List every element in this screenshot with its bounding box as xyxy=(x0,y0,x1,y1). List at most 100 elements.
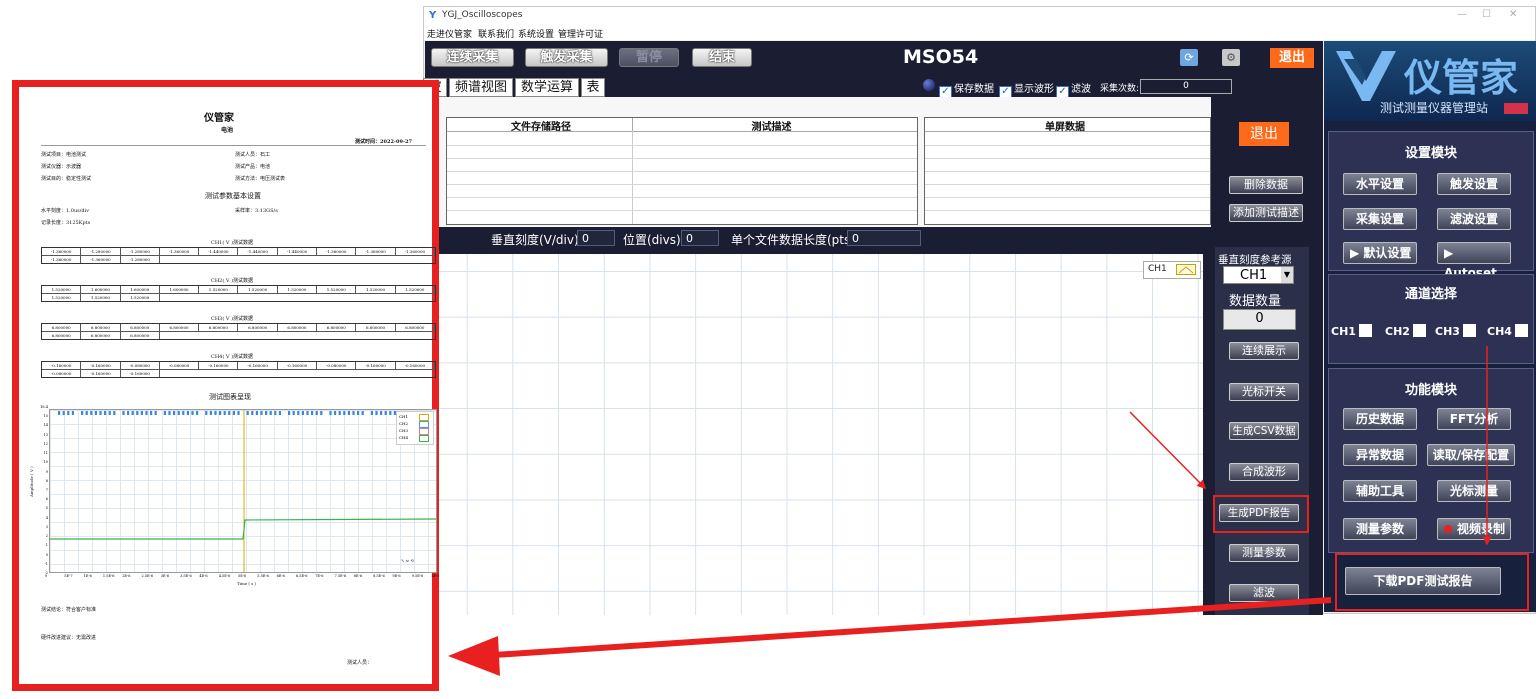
ch2-data-title: CH2( V )测试数据 xyxy=(211,278,254,284)
ch-blue-mark xyxy=(375,411,378,415)
ch-blue-mark xyxy=(145,411,148,415)
table-cell: 6.800000 xyxy=(121,332,160,339)
ch-blue-mark xyxy=(214,411,217,415)
x-tick-label: 0 xyxy=(45,574,48,578)
ch-blue-mark xyxy=(58,411,61,415)
table-cell: -0.080000 xyxy=(121,362,160,369)
ch-blue-mark xyxy=(297,411,300,415)
x-tick-label: 2E-6 xyxy=(122,574,131,578)
table-cell: 6.800000 xyxy=(317,324,357,331)
ch-blue-mark xyxy=(288,411,291,415)
table-cell: -0.080000 xyxy=(317,362,357,369)
table-row: -0.080000 -0.160000 -0.160000 xyxy=(42,369,435,377)
report-signer: 测试人员： xyxy=(347,660,373,666)
ch-blue-mark xyxy=(150,411,153,415)
table-cell: -1.360000 xyxy=(42,248,82,255)
report-chart: CH1 CH2 CH3 CH4 ⤡ ⇔ ⟲ xyxy=(49,409,437,573)
ch3-data-title: CH3( V )测试数据 xyxy=(211,316,254,322)
table-cell: 1.520000 xyxy=(396,286,435,293)
report-subtitle: 电池 xyxy=(221,127,234,134)
table-cell: -1.440000 xyxy=(199,248,239,255)
y-tick-label: 14 xyxy=(43,423,48,428)
x-tick-label: 4E-6 xyxy=(199,574,208,578)
table-cell: -1.440000 xyxy=(278,248,318,255)
ch-blue-mark xyxy=(357,411,360,415)
ch-blue-mark xyxy=(237,411,240,415)
y-tick-label: -1 xyxy=(44,561,48,566)
table-cell: -0.160000 xyxy=(199,362,239,369)
table-cell: 1.520000 xyxy=(81,294,121,301)
y-tick-label: 2 xyxy=(45,534,48,539)
ch3-data-table: 6.800000 6.800000 6.800000 6.800000 6.800000… xyxy=(41,323,436,340)
table-cell: 6.800000 xyxy=(239,324,278,331)
report-record-length: 记录长度：3125Kpts xyxy=(41,220,91,226)
ch-blue-mark xyxy=(343,411,346,415)
ch-blue-mark xyxy=(223,411,226,415)
table-cell: -1.280000 xyxy=(81,248,121,255)
ch-blue-mark xyxy=(71,411,74,415)
table-cell: -0.160000 xyxy=(121,370,160,377)
report-chart-title: 测试图表呈现 xyxy=(209,393,251,401)
ch-blue-mark xyxy=(173,411,176,415)
table-cell: 1.600000 xyxy=(160,286,200,293)
ch-blue-mark xyxy=(131,411,134,415)
table-cell: -1.360000 xyxy=(396,248,435,255)
table-cell: 6.800000 xyxy=(160,324,200,331)
x-tick-label: 1E-5 xyxy=(431,574,440,578)
table-cell: 1.600000 xyxy=(81,286,121,293)
y-tick-label: 0 xyxy=(45,552,48,557)
table-cell: 1.520000 xyxy=(356,286,396,293)
table-cell: -0.080000 xyxy=(42,370,82,377)
ch-blue-mark xyxy=(246,411,249,415)
x-tick-label: 1.5E-6 xyxy=(102,574,115,578)
legend-swatch-icon xyxy=(419,421,429,428)
x-tick-label: 8E-6 xyxy=(353,574,363,578)
ch-blue-mark xyxy=(347,411,350,415)
report-y-ticks: 16.4 15 14 13 12 11 10 9 8 7 6 5 4 3 2 1 0 -1 -2 xyxy=(39,405,49,575)
ch-blue-mark xyxy=(370,411,373,415)
table-cell: -1.360000 xyxy=(356,248,396,255)
report-purpose: 测试目的：稳定性测试 xyxy=(41,176,92,182)
ch-blue-mark xyxy=(205,411,208,415)
y-tick-label: 16.4 xyxy=(40,405,48,409)
ch-blue-mark xyxy=(265,411,268,415)
report-y-axis-label: Amplitude ( V ) xyxy=(29,466,34,497)
report-method: 测试方法：电压测试表 xyxy=(235,176,286,182)
table-cell: 6.800000 xyxy=(396,324,435,331)
legend-entry: CH2 xyxy=(399,421,409,426)
table-cell: 6.800000 xyxy=(42,324,82,331)
ch-blue-mark xyxy=(219,411,222,415)
report-instrument: 测试仪器：示波器 xyxy=(41,164,82,170)
report-project: 测试项目：电池测试 xyxy=(41,152,87,158)
ch-blue-mark xyxy=(177,411,180,415)
y-tick-label: 7 xyxy=(45,488,48,492)
table-cell: 6.800000 xyxy=(356,324,396,331)
table-cell: 1.520000 xyxy=(317,286,357,293)
ch-blue-mark xyxy=(306,411,309,415)
ch-blue-mark xyxy=(361,411,364,415)
table-row: 1.520000 1.520000 1.520000 xyxy=(42,293,435,301)
ch-blue-mark xyxy=(90,411,93,415)
ch-blue-mark xyxy=(62,411,65,415)
legend-swatch-icon xyxy=(419,414,429,421)
report-conclusion: 测试结论：符合客户标准 xyxy=(41,607,97,613)
y-tick-label: 1 xyxy=(45,543,48,548)
table-cell: 1.520000 xyxy=(42,286,82,293)
y-tick-label: 6 xyxy=(45,497,48,502)
ch-blue-mark xyxy=(278,411,281,415)
report-horizontal: 水平刻度：1.0us/div xyxy=(41,208,90,214)
report-product: 测试产品：电池 xyxy=(235,164,271,170)
y-tick-label: 8 xyxy=(45,478,48,483)
ch-blue-mark xyxy=(329,411,332,415)
ch-blue-mark xyxy=(352,411,355,415)
table-cell: -1.280000 xyxy=(121,248,160,255)
arrow-to-report xyxy=(493,597,1332,658)
ch-blue-marks xyxy=(58,411,424,415)
table-row: 6.800000 6.800000 6.800000 xyxy=(42,331,435,339)
table-cell: -0.080000 xyxy=(160,362,200,369)
ch-blue-mark xyxy=(136,411,139,415)
report-chart-lines xyxy=(50,410,436,572)
y-tick-label: 9 xyxy=(45,469,48,474)
table-cell: -0.160000 xyxy=(81,370,121,377)
report-divider xyxy=(41,145,426,146)
